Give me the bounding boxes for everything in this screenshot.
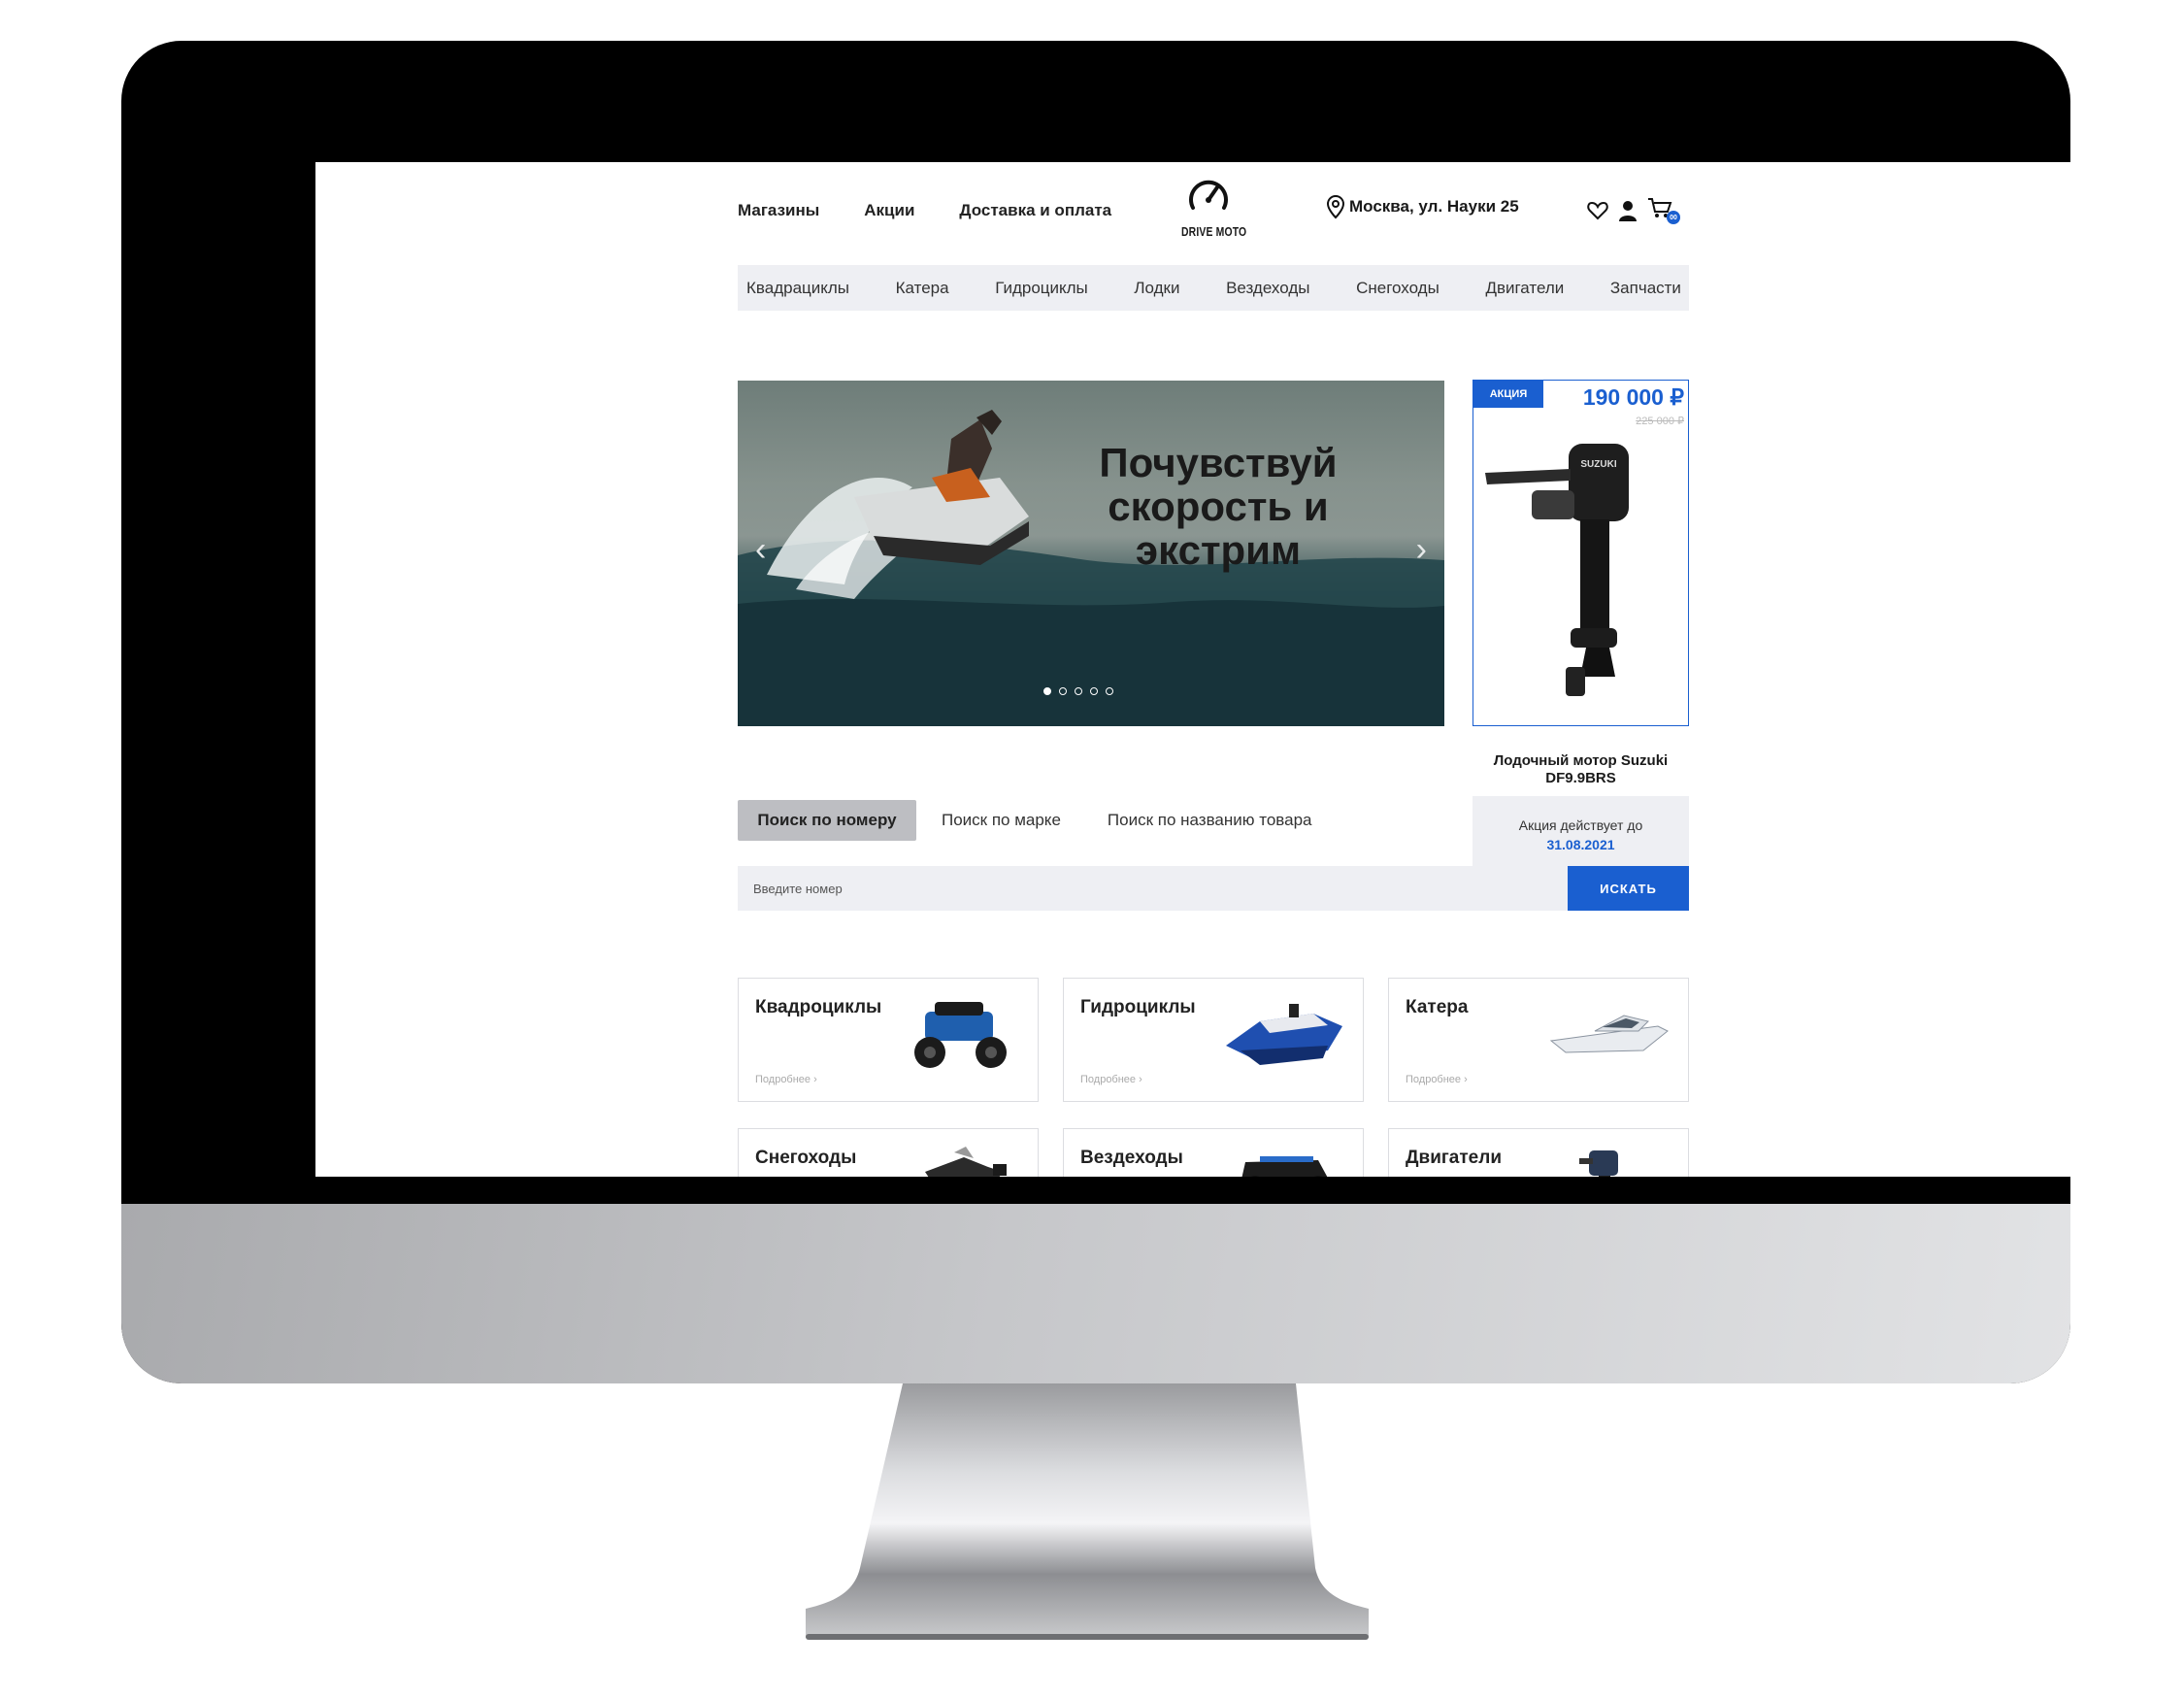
search-button[interactable]: ИСКАТЬ [1568,866,1689,911]
boat-image [1549,1015,1669,1053]
tab-search-by-name[interactable]: Поиск по названию товара [1108,811,1312,830]
location-pin-icon [1326,194,1345,219]
nav-link-stores[interactable]: Магазины [738,201,819,220]
category-card-utv[interactable]: Вездеходы [1063,1128,1364,1177]
engine-image [1579,1150,1618,1177]
category-card-jetski[interactable]: Гидроциклы Подробнее › [1063,978,1364,1102]
category-link-snowmobiles[interactable]: Снегоходы [1356,279,1439,298]
category-card-atv[interactable]: Квадроциклы Подробнее › [738,978,1039,1102]
hero-slider[interactable]: Почувствуй скорость и экстрим ‹ › [738,381,1444,726]
category-link-small-boats[interactable]: Лодки [1134,279,1179,298]
category-link-atv[interactable]: Квадрациклы [746,279,849,298]
category-link-offroad[interactable]: Вездеходы [1226,279,1309,298]
category-link-engines[interactable]: Двигатели [1485,279,1564,298]
card-more-link[interactable]: Подробнее › [1080,1074,1142,1085]
monitor-frame: Магазины Акции Доставка и оплата DRIVE M… [121,41,2070,1383]
atv-image [914,1002,1007,1068]
promo-old-price: 225 000 ₽ [1636,416,1684,427]
monitor-chin [121,1204,2070,1383]
speedometer-icon [1189,180,1228,210]
header-icons: 00 [1587,197,1680,224]
search-row: ИСКАТЬ [738,866,1689,911]
slide-title: Почувствуй скорость и экстрим [1099,440,1338,573]
promo-badge: АКЦИЯ [1473,381,1543,408]
category-link-boats[interactable]: Катера [896,279,949,298]
utv-image [1241,1156,1328,1177]
snowmobile-image [925,1147,1007,1177]
motor-brand-label: SUZUKI [1580,459,1616,470]
category-card-boats[interactable]: Катера Подробнее › [1388,978,1689,1102]
slider-dots [1043,687,1113,695]
tab-search-by-brand[interactable]: Поиск по марке [942,811,1061,830]
search-input[interactable] [738,866,1568,911]
slider-dot[interactable] [1059,687,1067,695]
promo-until-box: Акция действует до 31.08.2021 [1473,796,1689,866]
slider-dot[interactable] [1075,687,1082,695]
slider-dot[interactable] [1043,687,1051,695]
card-more-link[interactable]: Подробнее › [755,1074,817,1085]
card-title: Квадроциклы [755,997,882,1017]
cart-count-badge: 00 [1667,211,1680,224]
category-card-engines[interactable]: Двигатели [1388,1128,1689,1177]
slider-dot[interactable] [1106,687,1113,695]
logo-text: DRIVE MOTO [1181,224,1247,239]
tab-search-by-number[interactable]: Поиск по номеру [738,800,916,841]
card-title: Катера [1406,997,1469,1017]
slider-prev-arrow[interactable]: ‹ [755,531,766,569]
slider-next-arrow[interactable]: › [1416,531,1427,569]
category-link-parts[interactable]: Запчасти [1610,279,1681,298]
cart-button[interactable]: 00 [1647,197,1680,224]
category-bar: Квадрациклы Катера Гидроциклы Лодки Везд… [738,265,1689,311]
screen: Магазины Акции Доставка и оплата DRIVE M… [315,162,2070,1177]
promo-card[interactable]: АКЦИЯ 190 000 ₽ 225 000 ₽ SUZUKI [1473,380,1689,726]
top-nav: Магазины Акции Доставка и оплата [738,201,1111,220]
slider-dot[interactable] [1090,687,1098,695]
promo-until-label: Акция действует до [1518,817,1643,833]
store-address[interactable]: Москва, ул. Науки 25 [1326,194,1519,219]
promo-product-name[interactable]: Лодочный мотор Suzuki DF9.9BRS [1473,752,1689,787]
category-link-jetskis[interactable]: Гидроциклы [995,279,1088,298]
promo-price: 190 000 ₽ [1582,384,1684,410]
address-text: Москва, ул. Науки 25 [1349,197,1519,216]
heart-icon[interactable] [1587,201,1608,220]
card-more-link[interactable]: Подробнее › [1406,1074,1468,1085]
nav-link-promotions[interactable]: Акции [864,201,914,220]
card-title: Вездеходы [1080,1148,1183,1168]
user-icon[interactable] [1618,200,1638,221]
promo-until-date: 31.08.2021 [1546,837,1615,852]
card-title: Двигатели [1406,1148,1502,1168]
monitor-stand [806,1383,1369,1640]
jetski-image [1226,1004,1342,1065]
site-logo[interactable]: DRIVE MOTO [1175,177,1247,239]
search-tabs: Поиск по номеру Поиск по марке Поиск по … [738,800,1311,841]
outboard-motor-image: SUZUKI [1485,444,1629,696]
nav-link-delivery[interactable]: Доставка и оплата [959,201,1111,220]
card-title: Снегоходы [755,1148,857,1168]
category-card-snowmobiles[interactable]: Снегоходы [738,1128,1039,1177]
card-title: Гидроциклы [1080,997,1196,1017]
web-page: Магазины Акции Доставка и оплата DRIVE M… [738,162,1689,1177]
